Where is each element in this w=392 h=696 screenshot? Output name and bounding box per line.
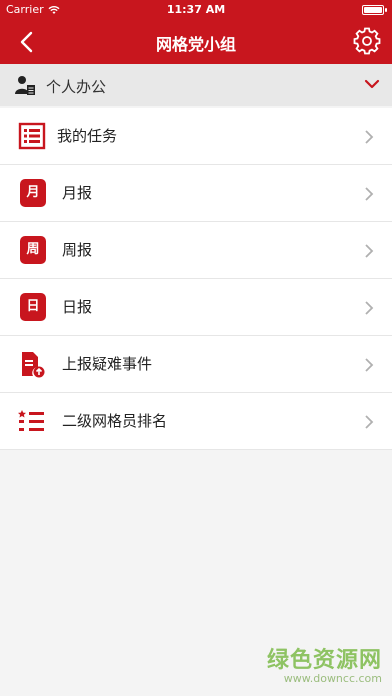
status-time: 11:37 AM [166, 3, 226, 16]
app-header: Carrier 11:37 AM 网格党小组 [0, 0, 392, 64]
menu-item-label: 上报疑难事件 [62, 355, 153, 373]
watermark: 绿色资源网 www.downcc.com [267, 642, 382, 685]
chevron-down-icon[interactable] [362, 74, 382, 94]
menu-item-report-difficult-event[interactable]: 上报疑难事件 [0, 336, 392, 393]
battery-icon [362, 5, 387, 15]
chevron-right-icon [365, 244, 374, 258]
report-upload-icon [22, 352, 45, 378]
menu-item-label: 二级网格员排名 [62, 412, 168, 430]
calendar-week-icon: 周 [20, 236, 46, 264]
chevron-right-icon [365, 187, 374, 201]
menu-item-label: 日报 [62, 298, 93, 316]
chevron-right-icon [365, 415, 374, 429]
task-list-icon [18, 122, 46, 150]
status-bar: Carrier 11:37 AM [0, 0, 392, 20]
section-title: 个人办公 [46, 78, 107, 96]
menu-item-label: 月报 [62, 184, 93, 202]
chevron-right-icon [365, 358, 374, 372]
section-header-personal-office[interactable]: 个人办公 [0, 64, 392, 106]
menu-list: 我的任务 月 月报 周 周报 日 日报 上报疑难事件 二级网格员排名 [0, 108, 392, 450]
page-title: 网格党小组 [155, 35, 236, 54]
gear-icon [353, 27, 381, 55]
watermark-logo-text: 绿色资源网 [266, 648, 382, 673]
calendar-month-icon: 月 [20, 179, 46, 207]
menu-item-daily-report[interactable]: 日 日报 [0, 279, 392, 336]
menu-item-my-tasks[interactable]: 我的任务 [0, 108, 392, 165]
menu-item-grid-ranking[interactable]: 二级网格员排名 [0, 393, 392, 450]
nav-bar: 网格党小组 [0, 20, 392, 64]
menu-item-monthly-report[interactable]: 月 月报 [0, 165, 392, 222]
calendar-day-icon: 日 [20, 293, 46, 321]
settings-button[interactable] [352, 26, 382, 56]
menu-item-weekly-report[interactable]: 周 周报 [0, 222, 392, 279]
person-document-icon [15, 76, 35, 95]
chevron-right-icon [365, 130, 374, 144]
menu-item-label: 周报 [62, 241, 93, 259]
ranking-list-icon [18, 410, 44, 431]
menu-item-label: 我的任务 [57, 127, 118, 145]
chevron-right-icon [365, 301, 374, 315]
